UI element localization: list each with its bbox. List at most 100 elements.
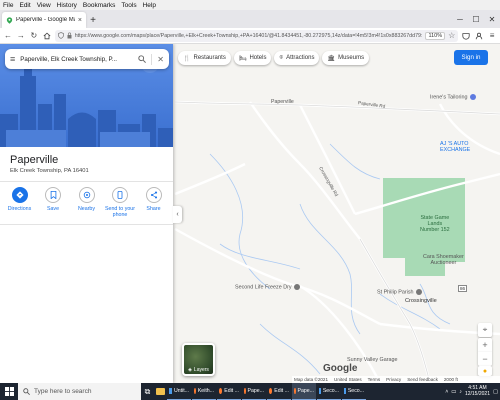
chip-label: Restaurants	[193, 55, 226, 61]
terms-link[interactable]: Terms	[368, 377, 381, 382]
menu-tools[interactable]: Tools	[121, 2, 136, 9]
tab-close-button[interactable]: ×	[78, 17, 82, 24]
window-close-button[interactable]: ✕	[484, 10, 500, 28]
address-bar[interactable]: https://www.google.com/maps/place/Paperv…	[54, 29, 459, 42]
taskbar-app-pape[interactable]: Pape...	[242, 383, 266, 400]
chip-label: Museums	[338, 55, 365, 61]
send-feedback-link[interactable]: Send feedback	[407, 377, 438, 382]
place-panel: ≡ Paperville, Elk Creek Township, P... ✕…	[0, 44, 173, 383]
nearby-circle	[78, 187, 95, 203]
send-to-phone-button[interactable]: Send to your phone	[105, 187, 136, 218]
map-data-credit: Map data ©2021	[294, 377, 329, 382]
pocket-button[interactable]	[461, 30, 471, 41]
pegman-icon: ●	[482, 367, 488, 375]
poi-st-philip-parish[interactable]: St Philip Parish	[377, 289, 423, 295]
taskbar-app-edit-2[interactable]: Edit ...	[267, 383, 291, 400]
share-label: Share	[146, 206, 161, 212]
taskbar-app-seco-2[interactable]: Seco...	[342, 383, 366, 400]
panel-divider	[0, 224, 173, 225]
bed-icon: 🛏	[238, 55, 247, 62]
chip-label: Attractions	[286, 55, 315, 61]
save-button[interactable]: Save	[38, 187, 69, 218]
poi-label: Irene's Tailoring	[430, 94, 468, 101]
extension-button[interactable]	[474, 30, 484, 41]
minimize-button[interactable]: ─	[452, 10, 468, 28]
search-icon[interactable]	[138, 55, 147, 63]
search-input[interactable]: Paperville, Elk Creek Township, P...	[20, 56, 133, 63]
taskbar-app-untitled[interactable]: Untit...	[167, 383, 191, 400]
start-button[interactable]	[0, 383, 18, 400]
chip-museums[interactable]: 🏛 Museums	[322, 51, 370, 65]
app-menu-button[interactable]: ≡	[487, 30, 497, 41]
menu-bookmarks[interactable]: Bookmarks	[83, 2, 116, 9]
taskbar-app-edit[interactable]: Edit ...	[217, 383, 241, 400]
maximize-button[interactable]: ☐	[468, 10, 484, 28]
app-icon	[344, 388, 346, 394]
poi-cara-shoemaker[interactable]: Cara Shoemaker Auctioneer	[423, 254, 464, 266]
nearby-button[interactable]: Nearby	[71, 187, 102, 218]
share-button[interactable]: Share	[138, 187, 169, 218]
layers-button[interactable]: ◈ Layers	[182, 343, 215, 376]
chip-hotels[interactable]: 🛏 Hotels	[233, 51, 272, 65]
my-location-button[interactable]: ⌖	[478, 323, 492, 337]
zoom-out-button[interactable]: −	[478, 352, 492, 366]
pegman-button[interactable]: ●	[478, 366, 492, 376]
nearby-icon	[83, 191, 90, 199]
taskbar-app-keith[interactable]: Keith...	[192, 383, 216, 400]
reload-icon: ↻	[30, 31, 38, 40]
directions-button[interactable]: Directions	[4, 187, 35, 218]
chip-restaurants[interactable]: 🍴 Restaurants	[178, 51, 231, 65]
tab-google-maps[interactable]: Paperville - Google Maps ×	[2, 12, 86, 28]
chip-label: Hotels	[249, 55, 267, 61]
poi-aj-auto-exchange[interactable]: AJ 'S AUTO EXCHANGE	[440, 141, 470, 153]
file-explorer-button[interactable]	[154, 383, 167, 400]
profile-icon	[475, 32, 483, 39]
clear-search-icon[interactable]: ✕	[157, 55, 164, 64]
sign-in-button[interactable]: Sign in	[454, 50, 488, 65]
clock[interactable]: 4:51 AM 12/15/2021	[465, 385, 490, 397]
poi-second-life-freeze-dry[interactable]: Second Life Freeze Dry	[235, 284, 301, 290]
zoom-in-button[interactable]: +	[478, 338, 492, 352]
hamburger-menu-icon[interactable]: ≡	[10, 54, 15, 64]
menu-file[interactable]: File	[3, 2, 13, 9]
poi-state-game-lands[interactable]: State Game Lands Number 152	[420, 215, 450, 234]
reload-button[interactable]: ↻	[29, 30, 39, 41]
directions-label: Directions	[7, 206, 32, 212]
volume-icon[interactable]: ♪	[459, 389, 462, 395]
menu-view[interactable]: View	[37, 2, 51, 9]
taskbar-search-box[interactable]: Type here to search	[18, 383, 141, 400]
menu-history[interactable]: History	[57, 2, 77, 9]
menu-edit[interactable]: Edit	[19, 2, 30, 9]
fork-knife-icon: 🍴	[183, 55, 191, 62]
new-tab-button[interactable]: +	[86, 12, 100, 28]
poi-irenes-tailoring[interactable]: Irene's Tailoring	[430, 94, 476, 100]
bookmark-star-icon[interactable]: ☆	[448, 31, 455, 40]
taskbar-app-seco[interactable]: Seco...	[317, 383, 341, 400]
windows-taskbar: Type here to search ⧉ Untit... Keith... …	[0, 383, 500, 400]
collapse-panel-button[interactable]: ‹	[173, 206, 182, 223]
chevron-up-icon[interactable]: ˄	[445, 389, 448, 395]
notification-icon[interactable]: ▢	[493, 389, 498, 395]
home-button[interactable]	[42, 30, 52, 41]
church-icon	[416, 289, 423, 295]
pocket-icon	[462, 32, 470, 40]
scale-bar[interactable]: 2000 ft	[444, 377, 458, 382]
chip-attractions[interactable]: ⌾ Attractions	[274, 51, 320, 65]
zoom-level-badge[interactable]: 110%	[425, 31, 446, 40]
poi-label-line2: EXCHANGE	[440, 147, 471, 154]
taskbar-app-pape-active[interactable]: Pape...	[292, 383, 316, 400]
taskbar-app-label: Seco...	[322, 388, 339, 394]
app-icon	[169, 388, 172, 394]
task-view-button[interactable]: ⧉	[141, 383, 154, 400]
region-link[interactable]: United States	[334, 377, 362, 382]
privacy-link[interactable]: Privacy	[386, 377, 401, 382]
search-icon	[23, 388, 30, 395]
place-title: Paperville	[10, 154, 59, 166]
tab-title: Paperville - Google Maps	[16, 17, 75, 23]
network-icon[interactable]: ▭	[451, 389, 456, 395]
forward-button[interactable]: →	[16, 30, 26, 41]
search-box[interactable]: ≡ Paperville, Elk Creek Township, P... ✕	[5, 49, 169, 69]
back-button[interactable]: ←	[3, 30, 13, 41]
menu-help[interactable]: Help	[143, 2, 156, 9]
firefox-icon	[194, 388, 196, 394]
